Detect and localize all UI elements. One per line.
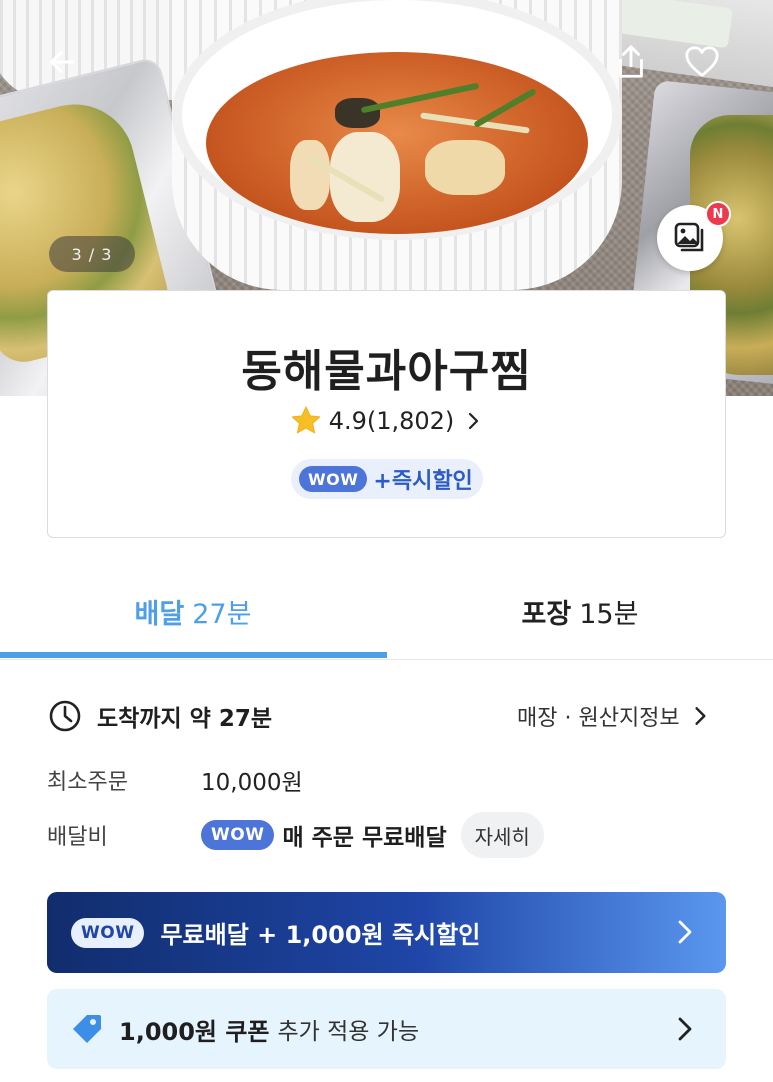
spicy-stew (206, 52, 588, 234)
order-type-tabs: 배달 27분 포장 15분 (0, 562, 773, 660)
fee-detail-button[interactable]: 자세히 (460, 812, 544, 858)
coupon-availability: 추가 적용 가능 (277, 1019, 420, 1045)
mussel (335, 98, 380, 128)
search-button[interactable] (538, 40, 582, 84)
search-icon (545, 47, 575, 77)
tab-pickup-label: 포장 (521, 598, 572, 630)
wow-promo-badge: WOW +즉시할인 (291, 459, 483, 499)
clock-icon (49, 700, 81, 732)
wow-benefit-text: 무료배달 + 1,000원 즉시할인 (160, 921, 481, 949)
store-name: 동해물과아구찜 (241, 346, 532, 397)
chevron-right-icon (678, 1017, 692, 1041)
tab-delivery[interactable]: 배달 27분 (0, 562, 386, 660)
favorite-button[interactable] (680, 40, 724, 84)
seafood-piece (425, 140, 505, 195)
delivery-fee-value: WOW 매 주문 무료배달 자세히 (201, 812, 544, 858)
delivery-fee-label: 배달비 (47, 825, 108, 850)
share-button[interactable] (609, 40, 653, 84)
tab-delivery-time: 27분 (192, 598, 252, 630)
wow-tag: WOW (71, 917, 145, 948)
wow-benefit-banner[interactable]: WOW 무료배달 + 1,000원 즉시할인 (47, 892, 726, 973)
active-tab-indicator (0, 652, 387, 658)
heart-icon (685, 46, 719, 77)
wow-tag: WOW (201, 820, 275, 850)
promo-text: +즉시할인 (373, 469, 473, 494)
back-button[interactable] (41, 40, 85, 84)
rating-link[interactable]: 4.9 (1,802) (0, 404, 773, 438)
free-delivery-text: 매 주문 무료배달 (282, 825, 447, 851)
tab-delivery-label: 배달 (134, 598, 185, 630)
arrow-left-icon (50, 50, 75, 74)
arrival-text: 도착까지 약 27분 (97, 706, 272, 732)
review-count: (1,802) (366, 407, 455, 435)
store-info-label: 매장 · 원산지정보 (517, 706, 680, 731)
seafood-piece (290, 140, 330, 210)
min-order-label: 최소주문 (47, 770, 128, 795)
rating-value: 4.9 (328, 407, 367, 435)
store-origin-info-link[interactable]: 매장 · 원산지정보 (517, 694, 712, 738)
star-icon (291, 406, 320, 434)
photo-pager: 3 / 3 (49, 236, 135, 272)
coupon-banner[interactable]: 1,000원 쿠폰 추가 적용 가능 (47, 989, 726, 1069)
coupon-tag-icon (73, 1015, 101, 1043)
chevron-right-icon (678, 920, 692, 944)
tab-pickup-time: 15분 (579, 598, 639, 630)
share-icon (619, 45, 643, 78)
chevron-right-icon (469, 412, 479, 430)
min-order-value: 10,000원 (201, 770, 303, 796)
chevron-right-icon (695, 707, 706, 725)
wow-tag: WOW (299, 466, 368, 492)
photo-gallery-icon (674, 222, 704, 252)
tab-pickup[interactable]: 포장 15분 (387, 562, 773, 660)
coupon-amount: 1,000원 쿠폰 (119, 1017, 270, 1046)
new-badge: N (705, 201, 731, 227)
arrival-time: 도착까지 약 27분 (47, 694, 272, 738)
